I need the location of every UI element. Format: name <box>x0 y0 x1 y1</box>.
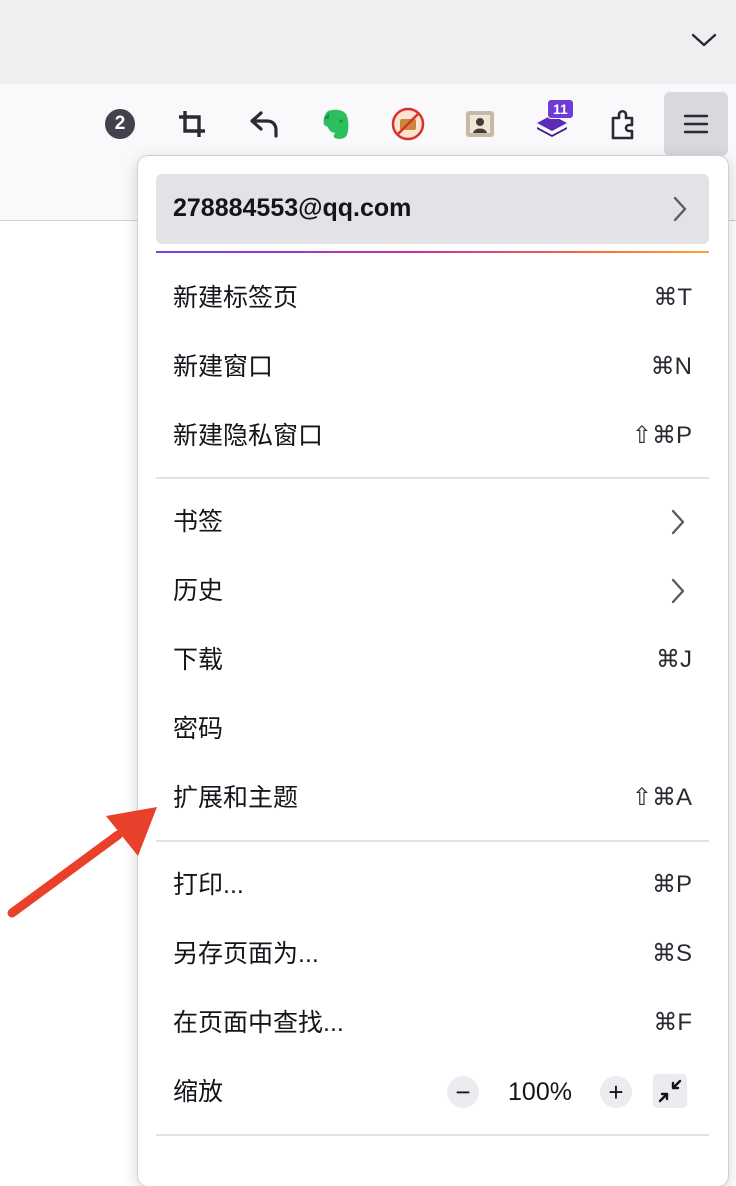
menu-item-label: 下载 <box>173 646 224 674</box>
account-email: 278884553@qq.com <box>173 194 412 222</box>
screenshot-crop-button[interactable] <box>160 92 224 156</box>
menu-item-shortcut: ⌘N <box>650 353 692 380</box>
menu-item-shortcut: ⌘T <box>653 284 692 311</box>
menu-separator <box>156 840 709 842</box>
zoom-reset-button[interactable]: 100% <box>502 1074 578 1110</box>
menu-item-passwords[interactable]: 密码 <box>156 701 709 757</box>
menu-item-history[interactable]: 历史 <box>156 563 709 619</box>
crop-icon <box>179 111 205 137</box>
annotation-arrow-icon <box>7 807 157 918</box>
fullscreen-icon <box>658 1079 682 1103</box>
menu-item-addons-themes[interactable]: 扩展和主题 ⇧⌘A <box>156 770 709 826</box>
menu-separator <box>156 1134 709 1136</box>
menu-item-downloads[interactable]: 下载 ⌘J <box>156 632 709 688</box>
menu-item-label: 历史 <box>173 577 224 605</box>
menu-item-label: 密码 <box>173 715 224 743</box>
title-bar <box>0 0 736 84</box>
evernote-icon <box>323 109 349 139</box>
extension-count-badge: 11 <box>547 99 574 119</box>
menu-item-shortcut: ⌘F <box>653 1009 692 1036</box>
menu-item-label: 新建标签页 <box>173 284 299 312</box>
menu-separator <box>156 477 709 479</box>
evernote-button[interactable] <box>304 92 368 156</box>
menu-item-shortcut: ⇧⌘P <box>631 422 692 449</box>
extensions-button[interactable] <box>592 92 656 156</box>
menu-item-new-window[interactable]: 新建窗口 ⌘N <box>156 339 709 395</box>
undo-icon <box>250 111 278 138</box>
menu-item-print[interactable]: 打印... ⌘P <box>156 857 709 913</box>
menu-item-find-in-page[interactable]: 在页面中查找... ⌘F <box>156 995 709 1051</box>
menu-item-shortcut: ⌘S <box>651 940 692 967</box>
extensions-puzzle-icon <box>611 109 634 140</box>
chevron-right-icon <box>671 578 685 604</box>
app-menu-button[interactable] <box>664 92 728 156</box>
fullscreen-button[interactable] <box>653 1074 687 1108</box>
menu-item-new-private-window[interactable]: 新建隐私窗口 ⇧⌘P <box>156 408 709 464</box>
chevron-right-icon <box>673 196 687 222</box>
menu-item-shortcut: ⌘J <box>656 646 692 673</box>
blocker-extension-icon <box>391 107 425 141</box>
photo-extension-button[interactable] <box>448 92 512 156</box>
menu-item-label: 另存页面为... <box>173 940 319 968</box>
menu-item-label: 在页面中查找... <box>173 1009 344 1037</box>
zoom-in-button[interactable]: + <box>600 1076 632 1108</box>
counter-extension-button[interactable]: 2 <box>88 92 152 156</box>
menu-item-label: 打印... <box>173 871 244 899</box>
chevron-right-icon <box>671 509 685 535</box>
blocker-extension-button[interactable] <box>376 92 440 156</box>
counter-badge-icon: 2 <box>105 109 135 139</box>
menu-item-label: 书签 <box>173 508 224 536</box>
zoom-out-button[interactable]: − <box>447 1076 479 1108</box>
menu-item-label: 新建窗口 <box>173 353 274 381</box>
menu-item-label: 扩展和主题 <box>173 784 299 812</box>
chevron-down-icon <box>691 33 717 47</box>
photo-extension-icon <box>466 111 494 137</box>
menu-item-save-page-as[interactable]: 另存页面为... ⌘S <box>156 926 709 982</box>
menu-item-label: 新建隐私窗口 <box>173 422 324 450</box>
undo-button[interactable] <box>232 92 296 156</box>
menu-item-new-tab[interactable]: 新建标签页 ⌘T <box>156 270 709 326</box>
account-button[interactable]: 278884553@qq.com <box>156 174 709 244</box>
hamburger-menu-icon <box>683 114 709 134</box>
account-accent-divider <box>156 251 709 253</box>
menu-item-shortcut: ⇧⌘A <box>631 784 692 811</box>
menu-item-label: 缩放 <box>173 1078 224 1106</box>
menu-item-bookmarks[interactable]: 书签 <box>156 494 709 550</box>
menu-item-shortcut: ⌘P <box>651 871 692 898</box>
list-all-tabs-button[interactable] <box>686 22 722 58</box>
